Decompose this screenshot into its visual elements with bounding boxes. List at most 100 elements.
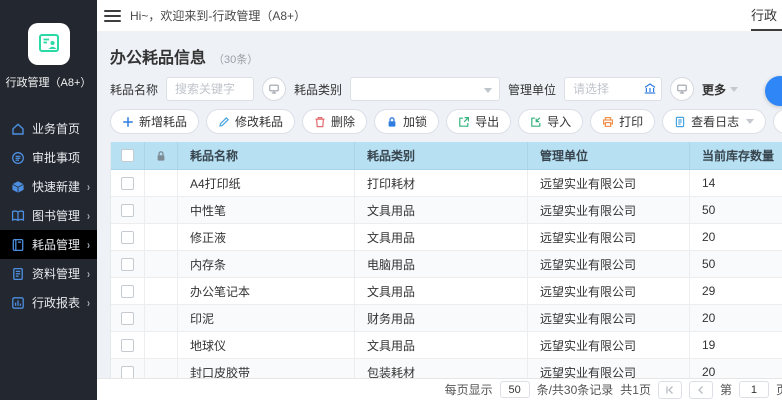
- action-toolbar: 新增耗品 修改耗品 删除 加锁 导出: [110, 109, 782, 134]
- page-suffix-label: 页: [776, 381, 782, 398]
- column-header-qty[interactable]: 当前库存数量: [690, 142, 782, 169]
- table-row[interactable]: 修正液 文具用品 远望实业有限公司 20: [111, 224, 782, 251]
- chevron-right-icon: ›: [87, 180, 90, 193]
- page-content: 办公耗品信息 （30条） 耗品名称 耗品类别 管理单位: [97, 32, 782, 400]
- page-prefix-label: 第: [720, 381, 732, 398]
- screen-icon: [268, 83, 280, 95]
- chevron-right-icon: ›: [87, 209, 90, 222]
- column-header-name[interactable]: 耗品名称: [178, 142, 355, 169]
- record-count-badge: （30条）: [213, 51, 258, 67]
- page-title: 办公耗品信息: [110, 44, 206, 68]
- more-filters-button[interactable]: 更多: [702, 81, 738, 98]
- sidebar-item-quick-create[interactable]: 快速新建 ›: [0, 172, 97, 201]
- prev-page-button[interactable]: [689, 381, 713, 399]
- archive-icon: [11, 267, 25, 281]
- table-row[interactable]: 内存条 电脑用品 远望实业有限公司 50: [111, 251, 782, 278]
- row-checkbox[interactable]: [121, 177, 134, 190]
- name-picker-button[interactable]: [262, 77, 286, 101]
- plus-icon: [122, 116, 134, 128]
- sidebar-item-label: 业务首页: [32, 120, 80, 137]
- first-page-icon: [665, 385, 675, 395]
- select-all-checkbox[interactable]: [121, 149, 134, 162]
- column-header-category[interactable]: 耗品类别: [355, 142, 528, 169]
- trash-icon: [314, 116, 326, 128]
- welcome-text: Hi~，欢迎来到-行政管理（A8+）: [130, 7, 306, 24]
- org-building-icon[interactable]: [643, 82, 657, 96]
- sidebar-item-label: 审批事项: [32, 149, 80, 166]
- table-row[interactable]: 中性笔 文具用品 远望实业有限公司 50: [111, 197, 782, 224]
- table-row[interactable]: 办公笔记本 文具用品 远望实业有限公司 29: [111, 278, 782, 305]
- view-log-button[interactable]: 查看日志: [662, 109, 766, 134]
- supplies-icon: [11, 238, 25, 252]
- log-icon: [674, 116, 686, 128]
- chevron-down-icon: [730, 87, 738, 92]
- table-header-row: 耗品名称 耗品类别 管理单位 当前库存数量: [111, 142, 782, 170]
- sidebar: 行政管理（A8+） 业务首页 审批事项 快速新建 ›: [0, 0, 97, 400]
- total-pages-label: 共1页: [620, 381, 651, 398]
- import-button[interactable]: 导入: [518, 109, 583, 134]
- print-icon: [602, 116, 614, 128]
- per-page-label: 每页显示: [445, 381, 493, 398]
- book-icon: [11, 209, 25, 223]
- chevron-left-icon: [696, 385, 706, 395]
- lock-column-icon: [155, 150, 167, 162]
- sidebar-item-business-home[interactable]: 业务首页: [0, 114, 97, 143]
- sidebar-menu: 业务首页 审批事项 快速新建 › 图书管理 ›: [0, 114, 97, 317]
- sidebar-item-label: 行政报表: [32, 294, 80, 311]
- category-filter-label: 耗品类别: [294, 81, 342, 98]
- table-row[interactable]: 地球仪 文具用品 远望实业有限公司 19: [111, 332, 782, 359]
- app-name: 行政管理（A8+）: [0, 74, 97, 90]
- page-number-input[interactable]: [739, 381, 769, 398]
- more-label: 更多: [702, 81, 726, 98]
- quick-create-icon: [11, 180, 25, 194]
- report-icon: [11, 296, 25, 310]
- row-checkbox[interactable]: [121, 339, 134, 352]
- top-header-bar: Hi~，欢迎来到-行政管理（A8+） 行政: [97, 0, 782, 32]
- sidebar-item-reports[interactable]: 行政报表 ›: [0, 288, 97, 317]
- sidebar-item-supplies[interactable]: 耗品管理 ›: [0, 230, 97, 259]
- id-card-icon: [37, 31, 61, 58]
- sidebar-item-label: 快速新建: [32, 178, 80, 195]
- table-row[interactable]: 印泥 财务用品 远望实业有限公司 20: [111, 305, 782, 332]
- lock-icon: [386, 116, 398, 128]
- approval-icon: [11, 151, 25, 165]
- import-icon: [530, 116, 542, 128]
- delete-button[interactable]: 删除: [302, 109, 367, 134]
- row-checkbox[interactable]: [121, 285, 134, 298]
- edit-supply-button[interactable]: 修改耗品: [206, 109, 295, 134]
- row-checkbox[interactable]: [121, 366, 134, 379]
- sidebar-item-label: 耗品管理: [32, 236, 80, 253]
- column-header-unit[interactable]: 管理单位: [528, 142, 690, 169]
- row-checkbox[interactable]: [121, 204, 134, 217]
- screen-icon: [676, 83, 688, 95]
- export-button[interactable]: 导出: [446, 109, 511, 134]
- app-window: 行政管理（A8+） 业务首页 审批事项 快速新建 ›: [0, 0, 782, 400]
- first-page-button[interactable]: [658, 381, 682, 399]
- print-button[interactable]: 打印: [590, 109, 655, 134]
- chevron-right-icon: ›: [87, 267, 90, 280]
- category-select[interactable]: [350, 77, 500, 101]
- sidebar-item-approvals[interactable]: 审批事项: [0, 143, 97, 172]
- table-row[interactable]: A4打印纸 打印耗材 远望实业有限公司 14: [111, 170, 782, 197]
- name-search-input[interactable]: [166, 77, 254, 101]
- lock-button[interactable]: 加锁: [374, 109, 439, 134]
- app-logo[interactable]: [28, 23, 70, 65]
- main-area: Hi~，欢迎来到-行政管理（A8+） 行政 办公耗品信息 （30条） 耗品名称 …: [97, 0, 782, 400]
- unit-picker-button[interactable]: [670, 77, 694, 101]
- edit-icon: [218, 116, 230, 128]
- batch-refresh-button[interactable]: 批量刷新: [773, 109, 782, 134]
- sidebar-item-books[interactable]: 图书管理 ›: [0, 201, 97, 230]
- sidebar-item-label: 图书管理: [32, 207, 80, 224]
- row-checkbox[interactable]: [121, 231, 134, 244]
- name-filter-label: 耗品名称: [110, 81, 158, 98]
- sidebar-item-documents[interactable]: 资料管理 ›: [0, 259, 97, 288]
- records-label: 条/共30条记录: [537, 381, 614, 398]
- add-supply-button[interactable]: 新增耗品: [110, 109, 199, 134]
- row-checkbox[interactable]: [121, 258, 134, 271]
- export-icon: [458, 116, 470, 128]
- hamburger-menu-icon[interactable]: [104, 10, 121, 22]
- portal-tab[interactable]: 行政: [751, 5, 782, 31]
- row-checkbox[interactable]: [121, 312, 134, 325]
- supplies-table: 耗品名称 耗品类别 管理单位 当前库存数量 A4打印纸 打印耗材 远望实业有限公…: [110, 142, 782, 400]
- per-page-input[interactable]: [500, 381, 530, 398]
